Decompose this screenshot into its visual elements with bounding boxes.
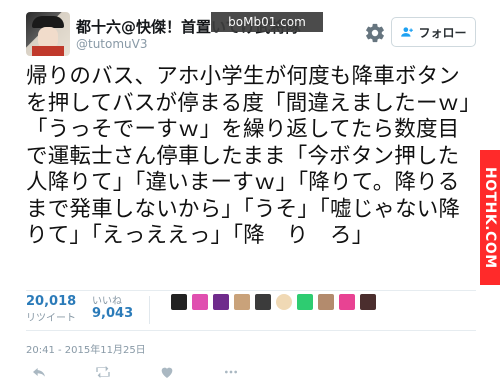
tweet-actions — [26, 364, 326, 384]
follow-label: フォロー — [418, 25, 467, 40]
more-icon[interactable] — [222, 364, 240, 380]
user-handle[interactable]: @tutomuV3 — [76, 37, 148, 51]
tweet-stats: 20,018 リツイート いいね 9,043 — [26, 294, 476, 324]
follow-button[interactable]: フォロー — [391, 17, 476, 47]
liker-avatar[interactable] — [318, 294, 334, 310]
liker-avatar[interactable] — [255, 294, 271, 310]
liker-avatar[interactable] — [276, 294, 292, 310]
liker-avatar[interactable] — [360, 294, 376, 310]
gear-icon[interactable] — [364, 22, 386, 44]
like-label: いいね — [92, 296, 122, 307]
liker-avatar[interactable] — [171, 294, 187, 310]
divider-bottom — [26, 330, 476, 331]
like-stat[interactable]: いいね 9,043 — [92, 296, 133, 321]
liker-avatar[interactable] — [234, 294, 250, 310]
retweet-label: リツイート — [26, 313, 76, 324]
liker-avatar[interactable] — [297, 294, 313, 310]
user-avatar[interactable] — [26, 12, 70, 56]
tweet-header: 都十六@快傑！首置いてけ武将隊 @tutomuV3 boMb01.com フォロ… — [26, 12, 476, 58]
side-watermark: HOTHK.COM — [480, 150, 500, 285]
reply-icon[interactable] — [30, 364, 48, 380]
liker-avatar[interactable] — [213, 294, 229, 310]
tweet-text: 帰りのバス、アホ小学生が何度も降車ボタンを押してバスが停まる度「間違えましたーｗ… — [26, 64, 471, 248]
liker-avatar[interactable] — [339, 294, 355, 310]
tweet-timestamp[interactable]: 20:41 - 2015年11月25日 — [26, 341, 146, 356]
retweet-stat[interactable]: 20,018 リツイート — [26, 294, 76, 324]
person-add-icon — [401, 27, 414, 37]
heart-icon[interactable] — [158, 364, 176, 380]
stats-separator — [149, 296, 150, 324]
divider-top — [26, 290, 476, 291]
retweet-count: 20,018 — [26, 294, 77, 309]
like-count: 9,043 — [92, 306, 134, 321]
retweet-icon[interactable] — [92, 364, 114, 380]
liker-avatar[interactable] — [192, 294, 208, 310]
watermark-top: boMb01.com — [211, 12, 323, 32]
